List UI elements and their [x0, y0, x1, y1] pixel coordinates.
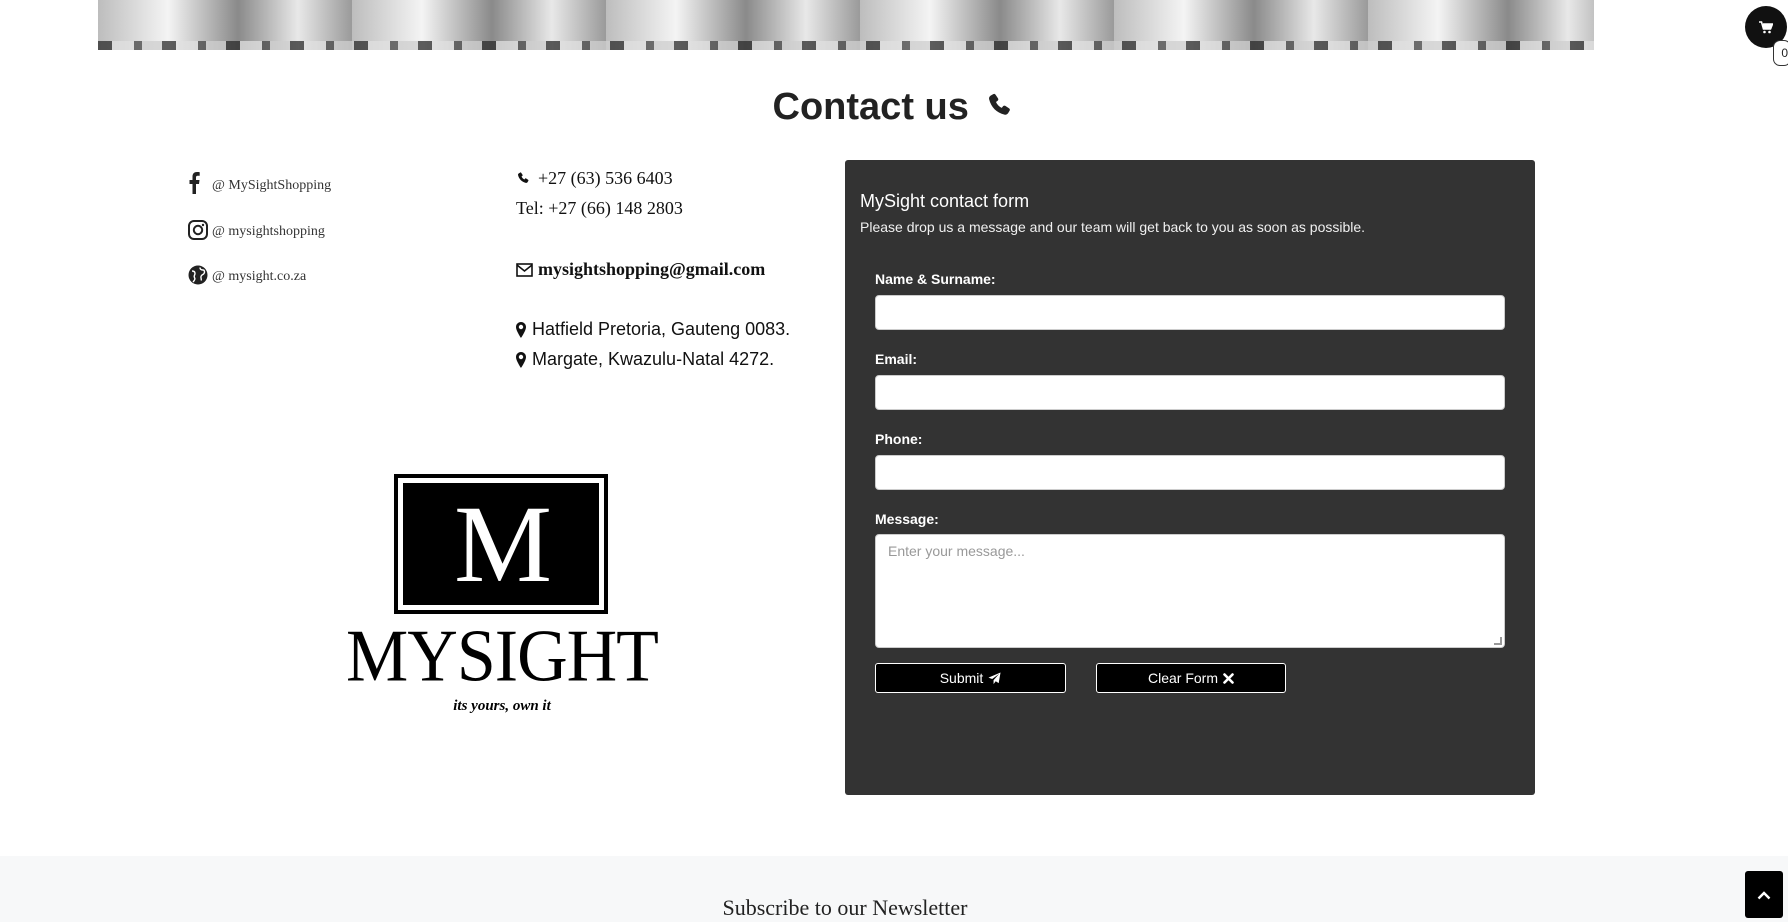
scroll-to-top-button[interactable]: [1745, 871, 1783, 918]
instagram-icon: [188, 216, 208, 240]
email-label: Email:: [875, 351, 918, 367]
form-subtitle: Please drop us a message and our team wi…: [860, 219, 1366, 235]
phone-label: Phone:: [875, 431, 923, 447]
logo-wordmark: MYSIGHT: [346, 615, 659, 698]
phone-icon: [989, 93, 1011, 115]
social-website-label: @ mysight.co.za: [212, 269, 307, 284]
tel-number: Tel: +27 (66) 148 2803: [516, 198, 683, 218]
newsletter-section: Subscribe to our Newsletter: [0, 856, 1788, 922]
social-instagram-label: @ mysightshopping: [212, 224, 325, 239]
envelope-icon: [516, 262, 534, 277]
paper-plane-icon: [988, 671, 1001, 684]
address-1: Hatfield Pretoria, Gauteng 0083.: [516, 319, 790, 340]
clear-form-label: Clear Form: [1147, 670, 1218, 686]
logo-letter: M: [454, 483, 552, 605]
message-textarea[interactable]: Enter your message...: [875, 534, 1505, 648]
address-2-text: Margate, Kwazulu-Natal 4272.: [532, 349, 775, 369]
globe-icon: [188, 261, 208, 285]
message-placeholder: Enter your message...: [888, 543, 1025, 559]
chevron-up-icon: [1757, 890, 1771, 899]
phone-icon: [516, 171, 534, 186]
map-marker-icon: [516, 321, 528, 338]
newsletter-title: Subscribe to our Newsletter: [722, 895, 968, 920]
email-input[interactable]: [875, 375, 1505, 410]
social-instagram[interactable]: @ mysightshopping: [188, 216, 325, 240]
page-title: Contact us: [0, 86, 1788, 129]
facebook-icon: [188, 170, 208, 194]
cart-icon: [1759, 20, 1773, 33]
page-title-text: Contact us: [772, 86, 969, 128]
address-1-text: Hatfield Pretoria, Gauteng 0083.: [532, 319, 791, 339]
page: 0 Contact us @ MySightShopping @ mysight…: [0, 0, 1788, 922]
email-address: mysightshopping@gmail.com: [538, 259, 766, 279]
tel-info: Tel: +27 (66) 148 2803: [516, 198, 683, 219]
logo-tagline: its yours, own it: [453, 698, 551, 714]
phone-input[interactable]: [875, 455, 1505, 490]
map-marker-icon: [516, 351, 528, 368]
close-icon: [1223, 672, 1234, 684]
submit-button[interactable]: Submit: [875, 663, 1066, 693]
form-title: MySight contact form: [860, 191, 1030, 211]
mysight-logo: M MYSIGHT its yours, own it: [346, 472, 659, 722]
resize-handle[interactable]: [1494, 637, 1502, 645]
message-label: Message:: [875, 511, 939, 527]
name-input[interactable]: [875, 295, 1505, 330]
logo-emblem: M: [394, 474, 608, 614]
address-2: Margate, Kwazulu-Natal 4272.: [516, 349, 774, 370]
social-website[interactable]: @ mysight.co.za: [188, 261, 306, 285]
phone-number: +27 (63) 536 6403: [538, 168, 673, 188]
phone-info: +27 (63) 536 6403: [516, 168, 673, 189]
name-label: Name & Surname:: [875, 271, 996, 287]
cart-count-badge: 0: [1773, 40, 1788, 66]
clear-form-button[interactable]: Clear Form: [1096, 663, 1286, 693]
social-facebook-label: @ MySightShopping: [212, 178, 332, 193]
submit-label: Submit: [939, 670, 984, 686]
contact-form: MySight contact form Please drop us a me…: [845, 160, 1535, 795]
social-facebook[interactable]: @ MySightShopping: [188, 170, 331, 194]
hero-banner-image: [98, 0, 1594, 50]
email-info[interactable]: mysightshopping@gmail.com: [516, 259, 765, 280]
